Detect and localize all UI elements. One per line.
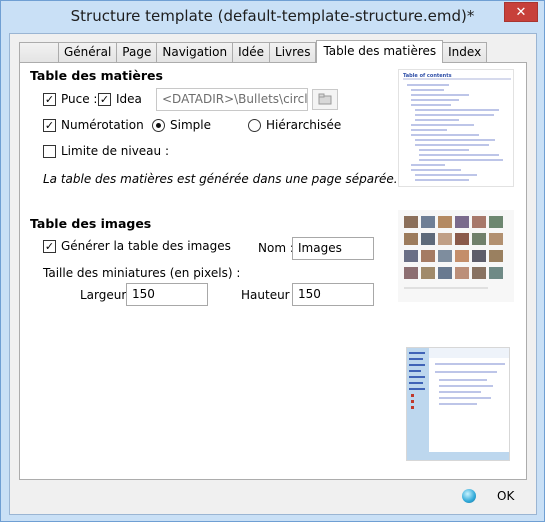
browse-bullet-button[interactable] — [312, 89, 338, 110]
tab-livres[interactable]: Livres — [270, 42, 317, 63]
page-preview-image — [406, 347, 510, 461]
status-orb-icon — [462, 489, 476, 503]
ok-label: OK — [497, 489, 515, 503]
check-icon: ✓ — [99, 93, 110, 106]
tab-strip: Général Page Navigation Idée Livres Tabl… — [19, 40, 488, 63]
limite-label: Limite de niveau : — [61, 144, 169, 158]
idea-checkbox[interactable]: ✓ — [98, 93, 111, 106]
tab-navigation[interactable]: Navigation — [157, 42, 234, 63]
limite-checkbox[interactable] — [43, 145, 56, 158]
ok-button[interactable]: OK — [460, 486, 520, 506]
idea-label: Idea — [116, 92, 142, 106]
largeur-field[interactable]: 150 — [126, 283, 208, 306]
check-icon: ✓ — [44, 93, 55, 106]
tab-index[interactable]: Index — [443, 42, 488, 63]
page-preview-layout — [407, 348, 509, 460]
check-icon: ✓ — [44, 119, 55, 132]
generate-images-label: Générer la table des images — [61, 239, 231, 253]
hierarchisee-label: Hiérarchisée — [266, 118, 342, 132]
generate-images-checkbox[interactable]: ✓ — [43, 240, 56, 253]
folder-icon — [318, 93, 332, 105]
tab-table-des-matieres[interactable]: Table des matières — [316, 40, 444, 63]
taille-label: Taille des miniatures (en pixels) : — [43, 266, 241, 280]
hauteur-label: Hauteur : — [241, 288, 298, 302]
simple-label: Simple — [170, 118, 211, 132]
window-title: Structure template (default-template-str… — [70, 7, 475, 25]
hierarchisee-radio[interactable] — [248, 119, 261, 132]
images-preview-grid — [398, 210, 514, 302]
hauteur-field[interactable]: 150 — [292, 283, 374, 306]
images-heading: Table des images — [30, 216, 152, 231]
nom-field[interactable]: Images — [292, 237, 374, 260]
dialog-client: Général Page Navigation Idée Livres Tabl… — [9, 33, 537, 515]
tab-panel: Table des matières ✓ Puce : ✓ Idea <DATA… — [19, 62, 527, 480]
tab-general[interactable]: Général — [59, 42, 118, 63]
toc-preview-title: Table of contents — [403, 73, 452, 79]
toc-preview-lines — [403, 78, 511, 181]
toc-heading: Table des matières — [30, 68, 163, 83]
close-icon: ✕ — [515, 5, 527, 20]
simple-radio[interactable] — [152, 119, 165, 132]
puce-checkbox[interactable]: ✓ — [43, 93, 56, 106]
toc-note: La table des matières est générée dans u… — [43, 172, 398, 186]
tab-page[interactable]: Page — [117, 42, 158, 63]
tab-idee[interactable]: Idée — [233, 42, 271, 63]
dialog-window: Structure template (default-template-str… — [0, 0, 545, 522]
images-preview-image — [398, 210, 514, 302]
check-icon: ✓ — [44, 240, 55, 253]
bullet-path-field[interactable]: <DATADIR>\Bullets\circle01_ — [156, 88, 308, 111]
toc-preview-image: Table of contents — [398, 69, 514, 187]
nom-label: Nom : — [258, 241, 294, 255]
tab-blank[interactable] — [19, 42, 59, 63]
close-button[interactable]: ✕ — [504, 2, 538, 22]
puce-label: Puce : — [61, 92, 98, 106]
numerotation-checkbox[interactable]: ✓ — [43, 119, 56, 132]
numerotation-label: Numérotation — [61, 118, 144, 132]
